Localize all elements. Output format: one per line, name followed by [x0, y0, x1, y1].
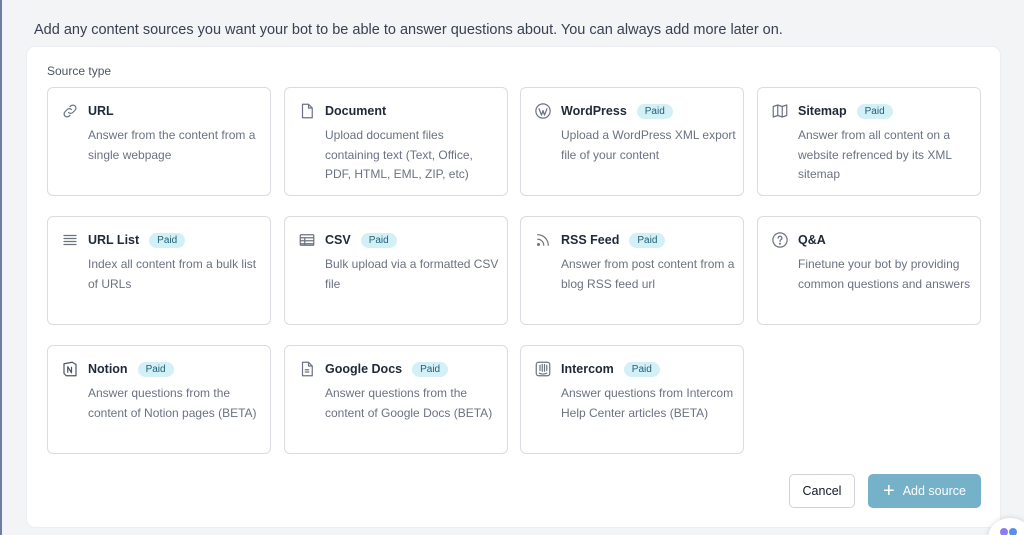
plus-icon: +: [883, 480, 895, 502]
source-card-url[interactable]: URL Answer from the content from a singl…: [47, 87, 271, 196]
wordpress-icon: [534, 102, 552, 120]
google-docs-icon: [298, 360, 316, 378]
source-type-label: Source type: [47, 64, 112, 78]
paid-badge: Paid: [137, 362, 174, 377]
paid-badge: Paid: [412, 362, 449, 377]
cancel-button[interactable]: Cancel: [789, 474, 855, 508]
source-card-notion[interactable]: Notion Paid Answer questions from the con…: [47, 345, 271, 454]
source-panel: Source type URL Answer from the content …: [27, 47, 1000, 527]
source-card-sitemap[interactable]: Sitemap Paid Answer from all content on a…: [757, 87, 981, 196]
card-description: Bulk upload via a formatted CSV file: [325, 257, 499, 291]
card-description: Answer from the content from a single we…: [88, 128, 256, 162]
source-card-csv[interactable]: CSV Paid Bulk upload via a formatted CSV …: [284, 216, 508, 325]
document-icon: [298, 102, 316, 120]
card-description: Upload a WordPress XML export file of yo…: [561, 128, 736, 162]
card-description: Answer from all content on a website ref…: [798, 128, 952, 181]
card-title: Q&A: [798, 233, 826, 247]
card-title: URL: [88, 104, 114, 118]
source-card-qa[interactable]: Q&A Finetune your bot by providing commo…: [757, 216, 981, 325]
paid-badge: Paid: [629, 233, 666, 248]
card-title: URL List Paid: [88, 233, 186, 248]
source-card-url-list[interactable]: URL List Paid Index all content from a bu…: [47, 216, 271, 325]
rss-icon: [534, 231, 552, 249]
card-title: RSS Feed Paid: [561, 233, 666, 248]
intro-text: Add any content sources you want your bo…: [34, 22, 783, 38]
card-description: Index all content from a bulk list of UR…: [88, 257, 257, 291]
question-icon: [771, 231, 789, 249]
card-description: Upload document files containing text (T…: [325, 128, 473, 181]
card-description: Answer questions from Intercom Help Cent…: [561, 386, 734, 420]
source-card-intercom[interactable]: Intercom Paid Answer questions from Inter…: [520, 345, 744, 454]
table-icon: [298, 231, 316, 249]
card-title: WordPress Paid: [561, 104, 673, 119]
card-title: Notion Paid: [88, 362, 174, 377]
paid-badge: Paid: [149, 233, 186, 248]
card-description: Finetune your bot by providing common qu…: [798, 257, 971, 291]
map-icon: [771, 102, 789, 120]
paid-badge: Paid: [623, 362, 660, 377]
list-icon: [61, 231, 79, 249]
source-card-document[interactable]: Document Upload document files containin…: [284, 87, 508, 196]
source-card-wordpress[interactable]: WordPress Paid Upload a WordPress XML exp…: [520, 87, 744, 196]
paid-badge: Paid: [636, 104, 673, 119]
add-source-button[interactable]: + Add source: [868, 474, 981, 508]
card-title: Document: [325, 104, 387, 118]
card-description: Answer questions from the content of Goo…: [325, 386, 493, 420]
card-title: Google Docs Paid: [325, 362, 449, 377]
card-title: Intercom Paid: [561, 362, 660, 377]
source-card-google-docs[interactable]: Google Docs Paid Answer questions from th…: [284, 345, 508, 454]
intercom-icon: [534, 360, 552, 378]
source-card-rss-feed[interactable]: RSS Feed Paid Answer from post content fr…: [520, 216, 744, 325]
paid-badge: Paid: [360, 233, 397, 248]
link-icon: [61, 102, 79, 120]
add-source-label: Add source: [902, 484, 966, 498]
paid-badge: Paid: [856, 104, 893, 119]
card-description: Answer from post content from a blog RSS…: [561, 257, 735, 291]
window-left-edge: [0, 0, 2, 535]
card-title: CSV Paid: [325, 233, 397, 248]
card-description: Answer questions from the content of Not…: [88, 386, 257, 420]
notion-icon: [61, 360, 79, 378]
card-title: Sitemap Paid: [798, 104, 893, 119]
